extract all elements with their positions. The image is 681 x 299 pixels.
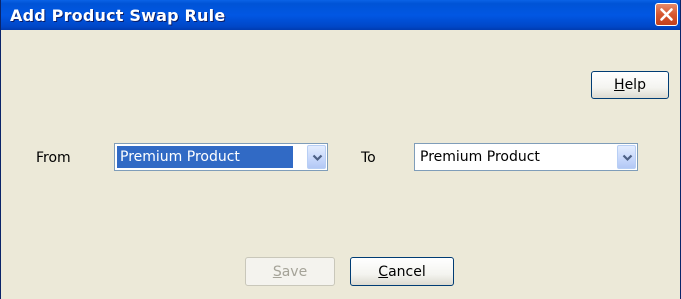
help-button[interactable]: Help: [591, 71, 669, 99]
save-label: ave: [281, 263, 308, 280]
from-select[interactable]: Premium Product: [114, 143, 328, 171]
help-label: elp: [624, 77, 646, 93]
to-dropdown-button[interactable]: [617, 145, 636, 169]
from-label: From: [36, 150, 71, 166]
help-mnemonic: H: [614, 77, 625, 93]
dialog-window: Add Product Swap Rule Help From Premium …: [0, 0, 681, 299]
to-select[interactable]: Premium Product: [414, 143, 638, 171]
from-dropdown-button[interactable]: [307, 145, 326, 169]
to-select-value: Premium Product: [420, 149, 540, 165]
from-select-value: Premium Product: [117, 146, 293, 168]
dialog-title: Add Product Swap Rule: [10, 6, 226, 25]
close-button[interactable]: [655, 3, 678, 26]
chevron-down-icon: [622, 154, 633, 162]
save-button[interactable]: Save: [245, 257, 335, 286]
to-label: To: [361, 150, 376, 166]
save-mnemonic: S: [272, 263, 282, 280]
close-icon: [660, 8, 673, 21]
chevron-down-icon: [312, 154, 323, 162]
cancel-label: ancel: [388, 263, 426, 280]
title-bar[interactable]: Add Product Swap Rule: [1, 0, 680, 30]
cancel-mnemonic: C: [378, 263, 389, 280]
cancel-button[interactable]: Cancel: [350, 257, 454, 286]
